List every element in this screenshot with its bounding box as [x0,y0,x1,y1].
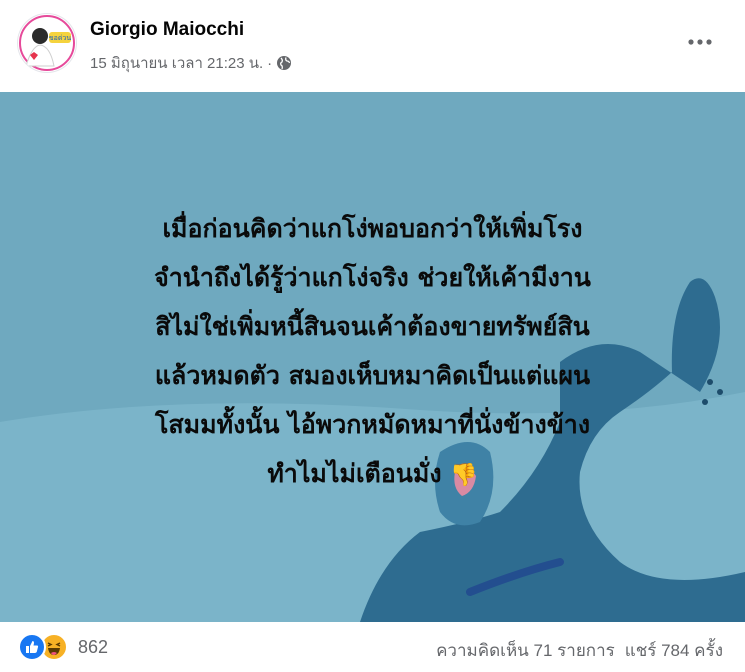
post-text-line: ทำไมไม่เตือนมั่ง 👎 [30,449,715,500]
post-text-line: แล้วหมดตัว สมองเห็บหมาคิดเป็นแต่แผน [154,361,591,390]
reactions-summary[interactable]: 862 [18,633,108,661]
reaction-count: 862 [78,636,109,657]
avatar[interactable]: ขอด่วน [18,14,76,72]
post-meta: 15 มิถุนายน เวลา 21:23 น. · [90,51,292,75]
like-icon [18,633,46,661]
shares-count-link[interactable]: แชร์ 784 ครั้ง [625,637,723,664]
author-name[interactable]: Giorgio Maiocchi [90,19,244,41]
post-text-line: สิไม่ใช่เพิ่มหนี้สินจนเค้าต้องขายทรัพย์ส… [155,312,590,341]
post-timestamp[interactable]: 15 มิถุนายน เวลา 21:23 น. [90,51,263,75]
post-footer: 862 ความคิดเห็น 71 รายการ แชร์ 784 ครั้ง [0,622,745,672]
post-text-line-content: ทำไมไม่เตือนมั่ง [267,459,442,488]
post-background[interactable]: เมื่อก่อนคิดว่าแกโง่พอบอกว่าให้เพิ่มโรง … [0,92,745,622]
post-text: เมื่อก่อนคิดว่าแกโง่พอบอกว่าให้เพิ่มโรง … [30,204,715,500]
meta-separator: · [267,54,273,72]
post-header: ขอด่วน Giorgio Maiocchi 15 มิถุนายน เวลา… [0,0,745,88]
svg-text:ขอด่วน: ขอด่วน [49,34,71,42]
comments-count-link[interactable]: ความคิดเห็น 71 รายการ [436,637,615,664]
more-options-button[interactable] [685,30,715,54]
post-text-line: เมื่อก่อนคิดว่าแกโง่พอบอกว่าให้เพิ่มโรง [162,214,583,243]
avatar-image: ขอด่วน [19,15,75,71]
more-options-icon [688,39,712,45]
post-text-line: โสมมทั้งนั้น ไอ้พวกหมัดหมาที่นั่งข้างข้า… [154,410,591,439]
thumbs-down-icon: 👎 [450,463,478,488]
engagement-stats: ความคิดเห็น 71 รายการ แชร์ 784 ครั้ง [436,637,723,664]
post-text-line: จำนำถึงได้รู้ว่าแกโง่จริง ช่วยให้เค้ามีง… [154,263,591,292]
globe-icon[interactable] [276,55,292,71]
